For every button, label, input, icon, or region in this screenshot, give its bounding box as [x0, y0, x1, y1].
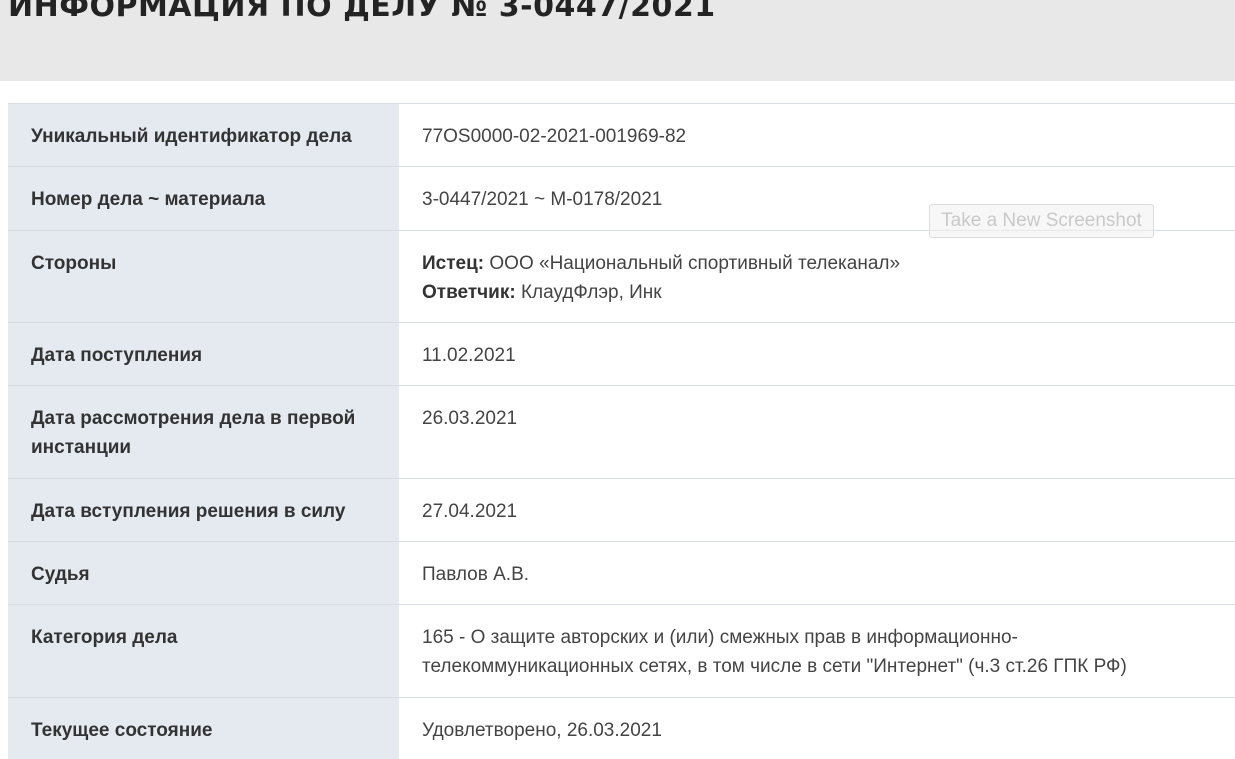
row-label: Судья	[8, 542, 399, 605]
row-value: Удовлетворено, 26.03.2021	[399, 698, 1235, 759]
table-row: Судья Павлов А.В.	[8, 542, 1235, 605]
table-row: Дата рассмотрения дела в первой инстанци…	[8, 386, 1235, 479]
row-label: Дата поступления	[8, 323, 399, 386]
row-label: Уникальный идентификатор дела	[8, 104, 399, 167]
defendant-line: Ответчик: КлаудФлэр, Инк	[422, 278, 1225, 307]
plaintiff-name: ООО «Национальный спортивный телеканал»	[489, 253, 900, 274]
row-value: 26.03.2021	[399, 386, 1235, 479]
screenshot-tooltip[interactable]: Take a New Screenshot	[929, 204, 1154, 238]
row-label: Дата рассмотрения дела в первой инстанци…	[8, 386, 399, 479]
row-label: Категория дела	[8, 605, 399, 698]
page-header: ИНФОРМАЦИЯ ПО ДЕЛУ № 3-0447/2021	[0, 0, 1235, 81]
row-label: Дата вступления решения в силу	[8, 479, 399, 542]
page-title: ИНФОРМАЦИЯ ПО ДЕЛУ № 3-0447/2021	[8, 0, 716, 24]
plaintiff-line: Истец: ООО «Национальный спортивный теле…	[422, 249, 1225, 278]
plaintiff-role: Истец:	[422, 253, 484, 274]
row-value: 77OS0000-02-2021-001969-82	[399, 104, 1235, 167]
row-value: 165 - О защите авторских и (или) смежных…	[399, 605, 1235, 698]
row-value: Павлов А.В.	[399, 542, 1235, 605]
case-info-table: Уникальный идентификатор дела 77OS0000-0…	[8, 103, 1235, 759]
table-row: Дата поступления 11.02.2021	[8, 323, 1235, 386]
table-row: Категория дела 165 - О защите авторских …	[8, 605, 1235, 698]
row-label: Номер дела ~ материала	[8, 167, 399, 231]
defendant-role: Ответчик:	[422, 282, 516, 303]
row-value: 11.02.2021	[399, 323, 1235, 386]
parties-value: Истец: ООО «Национальный спортивный теле…	[399, 231, 1235, 323]
row-label: Стороны	[8, 231, 399, 323]
table-row: Дата вступления решения в силу 27.04.202…	[8, 479, 1235, 542]
defendant-name: КлаудФлэр, Инк	[521, 282, 662, 303]
table-row: Текущее состояние Удовлетворено, 26.03.2…	[8, 698, 1235, 759]
row-label: Текущее состояние	[8, 698, 399, 759]
table-row: Уникальный идентификатор дела 77OS0000-0…	[8, 104, 1235, 167]
row-value: 27.04.2021	[399, 479, 1235, 542]
table-row: Стороны Истец: ООО «Национальный спортив…	[8, 231, 1235, 323]
